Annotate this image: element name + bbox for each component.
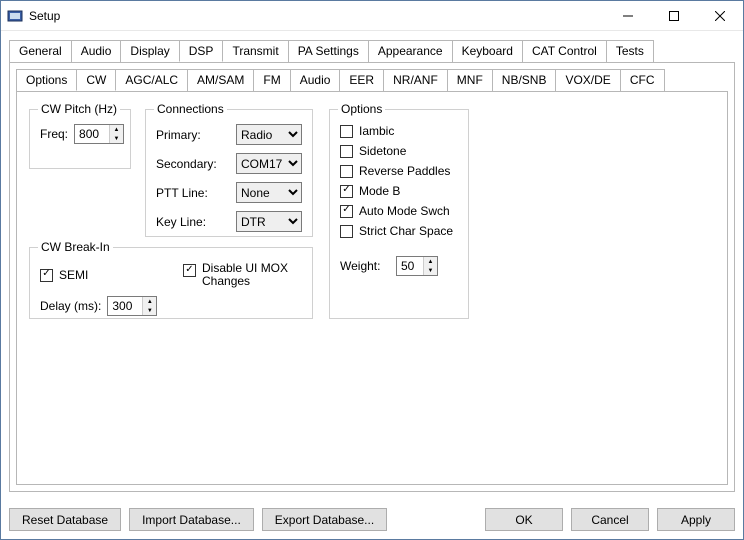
maximize-button[interactable] [651, 1, 697, 30]
group-breakin: CW Break-In SEMI Disable UI MOX Changes … [29, 247, 313, 319]
ok-button[interactable]: OK [485, 508, 563, 531]
freq-down[interactable]: ▼ [110, 134, 123, 143]
option-label: Reverse Paddles [359, 164, 450, 178]
option-checkbox-reverse-paddles[interactable] [340, 165, 353, 178]
option-checkbox-strict-char-space[interactable] [340, 225, 353, 238]
weight-input[interactable] [397, 257, 423, 275]
close-button[interactable] [697, 1, 743, 30]
weight-spinner[interactable]: ▲▼ [396, 256, 438, 276]
main-tab-display[interactable]: Display [120, 40, 179, 62]
primary-select[interactable]: Radio [236, 124, 302, 145]
minimize-button[interactable] [605, 1, 651, 30]
sub-tab-strip: OptionsCWAGC/ALCAM/SAMFMAudioEERNR/ANFMN… [16, 69, 728, 92]
delay-label: Delay (ms): [40, 299, 101, 313]
main-tab-dsp[interactable]: DSP [179, 40, 224, 62]
delay-input[interactable] [108, 297, 142, 315]
ptt-select[interactable]: None [236, 182, 302, 203]
sub-tab-cfc[interactable]: CFC [620, 69, 665, 91]
main-tab-tests[interactable]: Tests [606, 40, 654, 62]
option-label: Auto Mode Swch [359, 204, 450, 218]
option-label: Iambic [359, 124, 394, 138]
main-tab-transmit[interactable]: Transmit [222, 40, 288, 62]
disable-mox-checkbox[interactable] [183, 264, 196, 277]
option-checkbox-auto-mode-swch[interactable] [340, 205, 353, 218]
main-tab-strip: GeneralAudioDisplayDSPTransmitPA Setting… [9, 40, 735, 63]
key-label: Key Line: [156, 215, 230, 229]
sub-tab-fm[interactable]: FM [253, 69, 290, 91]
option-label: Mode B [359, 184, 400, 198]
main-tab-body: OptionsCWAGC/ALCAM/SAMFMAudioEERNR/ANFMN… [9, 62, 735, 492]
sub-tab-mnf[interactable]: MNF [447, 69, 493, 91]
sub-tab-am-sam[interactable]: AM/SAM [187, 69, 254, 91]
main-tab-general[interactable]: General [9, 40, 72, 62]
setup-window: Setup GeneralAudioDisplayDSPTransmitPA S… [0, 0, 744, 540]
group-cw-pitch-title: CW Pitch (Hz) [38, 102, 120, 116]
option-checkbox-mode-b[interactable] [340, 185, 353, 198]
window-controls [605, 1, 743, 30]
option-checkbox-sidetone[interactable] [340, 145, 353, 158]
delay-up[interactable]: ▲ [143, 297, 156, 306]
main-tab-pa-settings[interactable]: PA Settings [288, 40, 369, 62]
window-title: Setup [29, 9, 60, 23]
sub-tab-eer[interactable]: EER [339, 69, 384, 91]
import-db-button[interactable]: Import Database... [129, 508, 254, 531]
app-icon [7, 8, 23, 24]
sub-tab-vox-de[interactable]: VOX/DE [555, 69, 620, 91]
weight-label: Weight: [340, 259, 390, 273]
main-tab-keyboard[interactable]: Keyboard [452, 40, 523, 62]
main-tab-audio[interactable]: Audio [71, 40, 122, 62]
cancel-button[interactable]: Cancel [571, 508, 649, 531]
main-tab-cat-control[interactable]: CAT Control [522, 40, 607, 62]
cw-panel: CW Pitch (Hz) Freq: ▲▼ Connections Prima… [16, 91, 728, 485]
group-connections: Connections Primary: Radio Secondary: CO… [145, 109, 313, 237]
reset-db-button[interactable]: Reset Database [9, 508, 121, 531]
semi-label: SEMI [59, 268, 88, 282]
key-select[interactable]: DTR [236, 211, 302, 232]
sub-tab-cw[interactable]: CW [76, 69, 116, 91]
option-label: Strict Char Space [359, 224, 453, 238]
option-label: Sidetone [359, 144, 406, 158]
sub-tab-audio[interactable]: Audio [290, 69, 341, 91]
delay-down[interactable]: ▼ [143, 306, 156, 315]
group-cw-pitch: CW Pitch (Hz) Freq: ▲▼ [29, 109, 131, 169]
apply-button[interactable]: Apply [657, 508, 735, 531]
primary-label: Primary: [156, 128, 230, 142]
ptt-label: PTT Line: [156, 186, 230, 200]
group-connections-title: Connections [154, 102, 227, 116]
titlebar: Setup [1, 1, 743, 31]
sub-tab-options[interactable]: Options [16, 69, 77, 91]
option-checkbox-iambic[interactable] [340, 125, 353, 138]
secondary-label: Secondary: [156, 157, 230, 171]
sub-tab-nr-anf[interactable]: NR/ANF [383, 69, 448, 91]
freq-up[interactable]: ▲ [110, 125, 123, 134]
freq-label: Freq: [40, 127, 68, 141]
freq-input[interactable] [75, 125, 109, 143]
delay-spinner[interactable]: ▲▼ [107, 296, 157, 316]
main-tab-appearance[interactable]: Appearance [368, 40, 453, 62]
group-options-title: Options [338, 102, 385, 116]
weight-up[interactable]: ▲ [424, 257, 437, 266]
weight-down[interactable]: ▼ [424, 266, 437, 275]
freq-spinner[interactable]: ▲▼ [74, 124, 124, 144]
sub-tab-nb-snb[interactable]: NB/SNB [492, 69, 557, 91]
group-breakin-title: CW Break-In [38, 240, 113, 254]
group-options: Options IambicSidetoneReverse PaddlesMod… [329, 109, 469, 319]
secondary-select[interactable]: COM17 [236, 153, 302, 174]
disable-mox-label: Disable UI MOX Changes [202, 262, 302, 288]
semi-checkbox[interactable] [40, 269, 53, 282]
footer: Reset Database Import Database... Export… [1, 500, 743, 539]
sub-tab-agc-alc[interactable]: AGC/ALC [115, 69, 188, 91]
export-db-button[interactable]: Export Database... [262, 508, 387, 531]
content-area: GeneralAudioDisplayDSPTransmitPA Setting… [1, 31, 743, 500]
